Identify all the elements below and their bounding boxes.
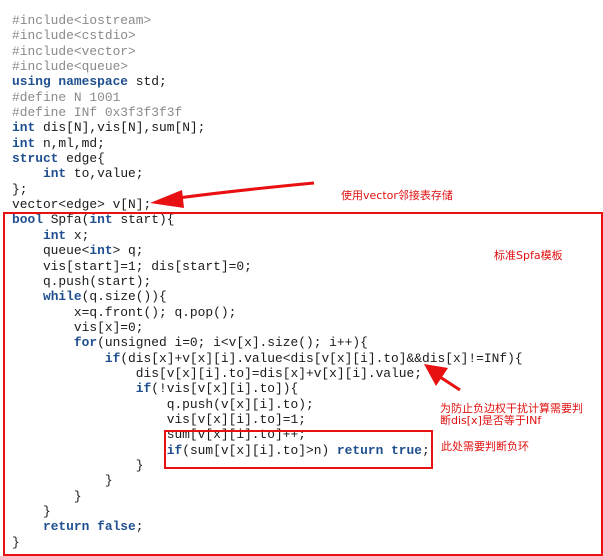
annotation-arrows — [150, 181, 461, 392]
inf-note-line2: 断dis[x]是否等于INf — [440, 414, 542, 427]
negative-cycle-note: 此处需要判断负环 — [441, 440, 529, 453]
template-note: 标准Spfa模板 — [494, 249, 563, 262]
arrow-to-inf-check — [424, 364, 461, 392]
vector-note: 使用vector邻接表存储 — [341, 189, 453, 202]
arrow-to-vector-decl — [150, 181, 315, 208]
